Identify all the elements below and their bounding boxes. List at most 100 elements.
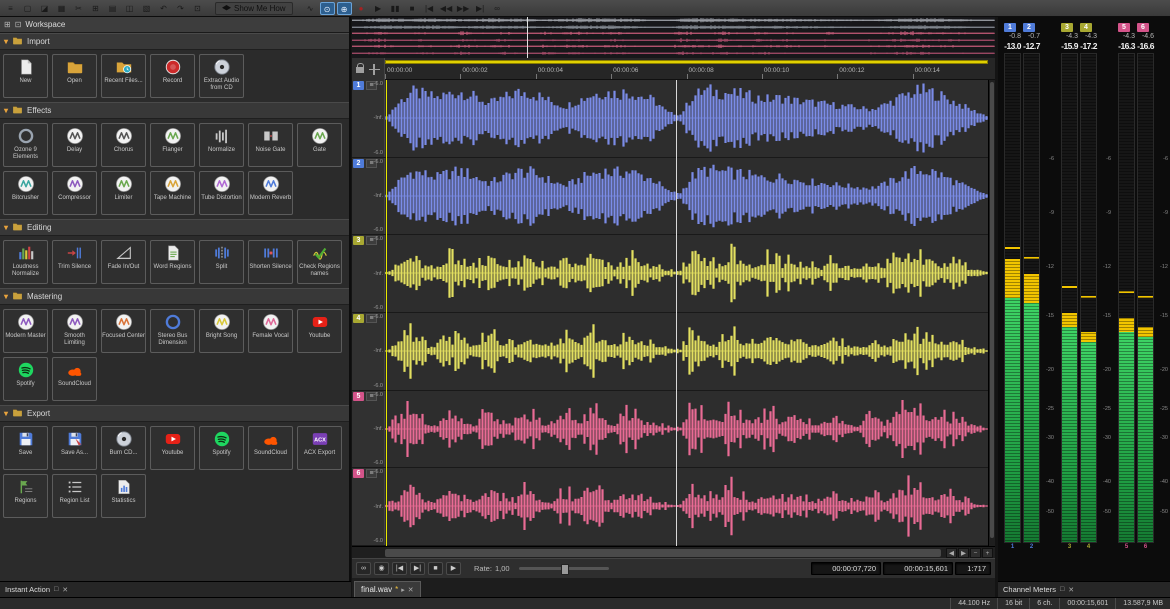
workspace-button-split[interactable]: Split [199, 240, 244, 284]
workspace-button-tape-machine[interactable]: Tape Machine [150, 171, 195, 215]
stop-icon[interactable]: ■ [405, 2, 420, 15]
total-time-display[interactable]: 00:00:15,601 [883, 562, 953, 575]
workspace-button-modern-master[interactable]: Modern Master [3, 309, 48, 353]
record-icon[interactable]: ● [354, 2, 369, 15]
section-header-import[interactable]: ▾Import [0, 33, 349, 50]
channel-badge[interactable]: 3 [353, 236, 364, 245]
float-window-icon[interactable]: □ [54, 586, 58, 593]
track-channel-3[interactable]: 3≡-6.0-Inf.-6.0 [352, 235, 995, 313]
section-header-effects[interactable]: ▾Effects [0, 102, 349, 119]
workspace-button-spotify[interactable]: Spotify [3, 357, 48, 401]
snapshot-icon[interactable]: ⊡ [190, 2, 205, 15]
workspace-button-bitcrusher[interactable]: Bitcrusher [3, 171, 48, 215]
open-file-icon[interactable]: ◪ [37, 2, 52, 15]
document-tab-final-wav[interactable]: final.wav * ▸ ✕ [354, 581, 421, 597]
track-channel-5[interactable]: 5≡-6.0-Inf.-6.0 [352, 391, 995, 469]
workspace-button-smooth-limiting[interactable]: Smooth Limiting [52, 309, 97, 353]
workspace-button-fade-in-out[interactable]: Fade In/Out [101, 240, 146, 284]
channel-badge[interactable]: 2 [353, 159, 364, 168]
channel-meters-tab[interactable]: Channel Meters □ ✕ [998, 581, 1170, 597]
zoom-tool-icon[interactable]: ⊕ [337, 2, 352, 15]
close-icon[interactable]: ✕ [408, 586, 414, 594]
new-file-icon[interactable]: ▢ [20, 2, 35, 15]
mix-icon[interactable]: ▧ [139, 2, 154, 15]
workspace-button-gate[interactable]: Gate [297, 123, 342, 167]
track-channel-6[interactable]: 6≡-6.0-Inf.-6.0 [352, 468, 995, 546]
workspace-button-female-vocal[interactable]: Female Vocal [248, 309, 293, 353]
workspace-button-compressor[interactable]: Compressor [52, 171, 97, 215]
workspace-button-record[interactable]: Record [150, 54, 195, 98]
go-to-start-icon[interactable]: |◀ [422, 2, 437, 15]
rate-slider[interactable] [519, 567, 609, 570]
workspace-button-open[interactable]: Open [52, 54, 97, 98]
go-to-end-icon[interactable]: ▶| [410, 562, 425, 575]
workspace-button-normalize[interactable]: Normalize [199, 123, 244, 167]
workspace-button-statistics[interactable]: Statistics [101, 474, 146, 518]
scroll-right-button[interactable]: ▶ [958, 548, 969, 558]
waveform-channel-4[interactable] [385, 313, 995, 390]
paste-icon[interactable]: ▤ [105, 2, 120, 15]
workspace-button-save-as[interactable]: Save As... [52, 426, 97, 470]
extra-time-display[interactable]: 1:717 [955, 562, 991, 575]
workspace-button-region-list[interactable]: Region List [52, 474, 97, 518]
workspace-button-word-regions[interactable]: Word Regions [150, 240, 195, 284]
go-to-start-icon[interactable]: |◀ [392, 562, 407, 575]
loop-playback-icon[interactable]: ∞ [490, 2, 505, 15]
rewind-icon[interactable]: ◀◀ [439, 2, 454, 15]
workspace-button-loudness-normalize[interactable]: Loudness Normalize [3, 240, 48, 284]
trim-icon[interactable]: ◫ [122, 2, 137, 15]
workspace-button-tube-distortion[interactable]: Tube Distortion [199, 171, 244, 215]
horizontal-scrollbar[interactable]: ◀▶−+ [352, 546, 995, 558]
workspace-button-noise-gate[interactable]: Noise Gate [248, 123, 293, 167]
section-header-export[interactable]: ▾Export [0, 405, 349, 422]
waveform-channel-6[interactable] [385, 468, 995, 545]
channel-badge[interactable]: 6 [353, 469, 364, 478]
undo-icon[interactable]: ↶ [156, 2, 171, 15]
workspace-button-shorten-silence[interactable]: Shorten Silence [248, 240, 293, 284]
workspace-button-extract-audio-from-cd[interactable]: Extract Audio from CD [199, 54, 244, 98]
workspace-button-spotify[interactable]: Spotify [199, 426, 244, 470]
show-me-how-button[interactable]: Show Me How [215, 2, 293, 15]
close-icon[interactable]: ✕ [62, 586, 68, 594]
workspace-button-modern-reverb[interactable]: Modern Reverb [248, 171, 293, 215]
zoom-out-button[interactable]: − [970, 548, 981, 558]
loop-icon[interactable]: ∞ [356, 562, 371, 575]
workspace-button-burn-cd[interactable]: Burn CD... [101, 426, 146, 470]
loop-region-bar[interactable] [385, 60, 988, 64]
instant-action-tab[interactable]: Instant Action □ ✕ [0, 581, 351, 597]
waveform-channel-2[interactable] [385, 158, 995, 235]
channel-badge[interactable]: 4 [353, 314, 364, 323]
stop-icon[interactable]: ■ [428, 562, 443, 575]
scroll-left-button[interactable]: ◀ [946, 548, 957, 558]
track-channel-4[interactable]: 4≡-6.0-Inf.-6.0 [352, 313, 995, 391]
forward-icon[interactable]: ▶▶ [456, 2, 471, 15]
channel-badge[interactable]: 5 [353, 392, 364, 401]
save-icon[interactable]: ▦ [54, 2, 69, 15]
waveform-channel-1[interactable] [385, 80, 995, 157]
workspace-button-bright-song[interactable]: Bright Song [199, 309, 244, 353]
play-icon[interactable]: ▶ [446, 562, 461, 575]
vertical-scroll-thumb[interactable] [990, 82, 994, 538]
track-channel-2[interactable]: 2≡-6.0-Inf.-6.0 [352, 158, 995, 236]
workspace-button-new[interactable]: New [3, 54, 48, 98]
play-device-icon[interactable]: ▸ [401, 586, 405, 594]
cut-icon[interactable]: ✂ [71, 2, 86, 15]
workspace-button-flanger[interactable]: Flanger [150, 123, 195, 167]
section-header-editing[interactable]: ▾Editing [0, 219, 349, 236]
workspace-button-soundcloud[interactable]: SoundCloud [248, 426, 293, 470]
edit-tool-icon[interactable]: ⊙ [320, 2, 335, 15]
record-icon[interactable]: ◉ [374, 562, 389, 575]
overview-bar[interactable] [352, 17, 995, 59]
workspace-button-limiter[interactable]: Limiter [101, 171, 146, 215]
workspace-button-youtube[interactable]: Youtube [150, 426, 195, 470]
workspace-button-check-regions-names[interactable]: Check Regions names [297, 240, 342, 284]
workspace-button-recent-files[interactable]: Recent Files... [101, 54, 146, 98]
redo-icon[interactable]: ↷ [173, 2, 188, 15]
tracks-area[interactable]: 1≡-6.0-Inf.-6.02≡-6.0-Inf.-6.03≡-6.0-Inf… [352, 80, 995, 546]
waveform-channel-3[interactable] [385, 235, 995, 312]
rate-slider-thumb[interactable] [561, 564, 569, 575]
pause-icon[interactable]: ▮▮ [388, 2, 403, 15]
workspace-button-youtube[interactable]: Youtube [297, 309, 342, 353]
workspace-button-regions[interactable]: Regions [3, 474, 48, 518]
go-to-end-icon[interactable]: ▶| [473, 2, 488, 15]
